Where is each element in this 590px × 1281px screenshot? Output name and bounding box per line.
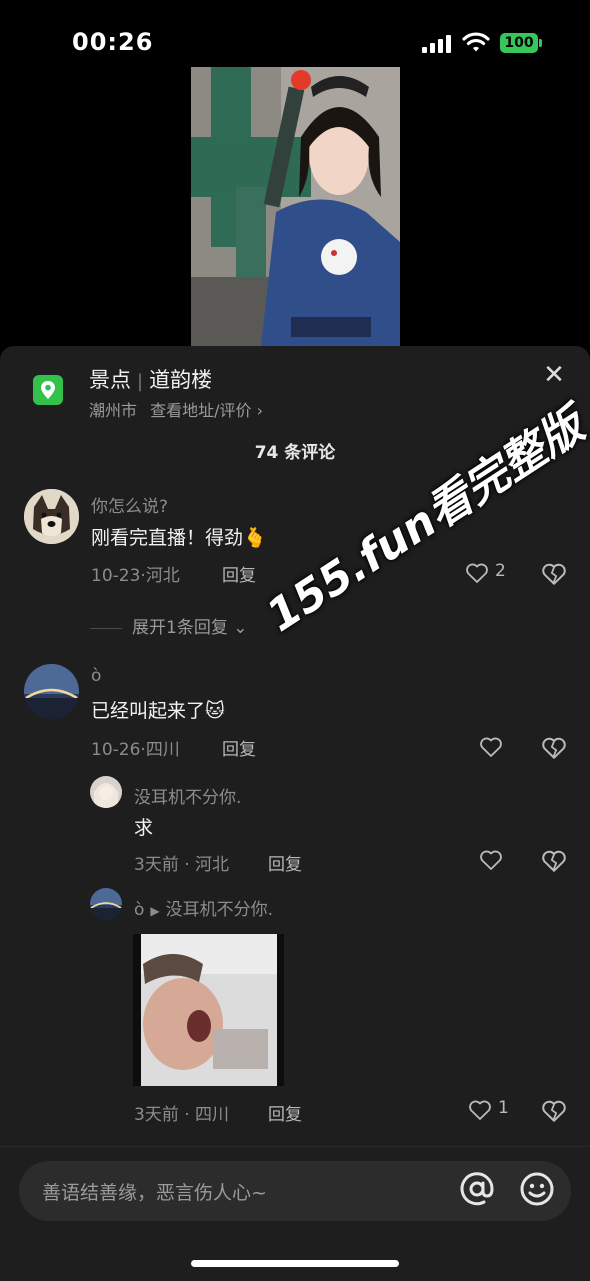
meta-dot: ·	[178, 1105, 196, 1125]
reply-region: 河北	[195, 855, 230, 875]
like-count: 1	[498, 1098, 509, 1118]
comment-body: 刚看完直播！得劲	[91, 527, 244, 549]
comment-text: 已经叫起来了🐱	[91, 696, 225, 723]
status-time: 00:26	[72, 28, 154, 56]
comment-username[interactable]: 你怎么说?	[91, 492, 168, 517]
meta-dot: ·	[178, 855, 196, 875]
comment-meta: 10-26·四川	[91, 735, 180, 760]
comment-input-placeholder[interactable]: 善语结善缘，恶言伤人心~	[42, 1178, 267, 1205]
wifi-icon	[462, 32, 490, 52]
reply-meta: 3天前 · 河北	[134, 850, 229, 875]
reply-button[interactable]: 回复	[222, 561, 256, 586]
reply-header: ò ▶ 没耳机不分你.	[134, 895, 273, 920]
at-mention-icon[interactable]	[458, 1170, 496, 1208]
location-category: 景点	[89, 368, 131, 392]
avatar[interactable]	[24, 489, 79, 544]
close-icon[interactable]: ✕	[540, 361, 568, 389]
location-title[interactable]: 景点 | 道韵楼	[89, 364, 212, 394]
reply-time: 3天前	[134, 1105, 179, 1125]
location-city: 潮州市	[89, 401, 138, 420]
play-triangle-icon: ▶	[150, 904, 160, 918]
home-indicator[interactable]	[191, 1260, 399, 1267]
broken-heart-icon[interactable]	[541, 848, 567, 874]
like-count: 2	[495, 561, 506, 581]
reply-meta: 3天前 · 四川	[134, 1100, 229, 1125]
avatar[interactable]	[90, 776, 122, 808]
avatar[interactable]	[90, 888, 122, 920]
reply-button[interactable]: 回复	[268, 1100, 302, 1125]
location-pin-icon[interactable]	[33, 375, 63, 405]
like-button[interactable]: 2	[465, 561, 525, 587]
reply-username[interactable]: 没耳机不分你.	[134, 783, 241, 808]
reply-photo	[133, 934, 284, 1086]
like-button[interactable]	[479, 848, 539, 874]
broken-heart-icon[interactable]	[541, 1098, 567, 1124]
comment-body: 已经叫起来了	[91, 700, 206, 722]
chevron-right-icon: ›	[251, 401, 263, 420]
like-button[interactable]	[479, 735, 539, 761]
reply-text: 求	[134, 817, 154, 839]
battery-indicator: 100	[500, 33, 542, 53]
cat-sticker-emoji: 🐱	[205, 700, 225, 722]
reply-username[interactable]: ò	[134, 900, 144, 920]
video-thumbnail[interactable]	[191, 67, 400, 346]
chevron-down-icon: ⌄	[227, 618, 248, 638]
expand-replies-label: 展开1条回复	[132, 618, 228, 638]
like-button[interactable]: 1	[468, 1098, 528, 1124]
comment-date: 10-23	[91, 566, 141, 586]
reply-button[interactable]: 回复	[268, 850, 302, 875]
location-name: 道韵楼	[149, 368, 213, 392]
divider	[90, 627, 122, 629]
reply-to-username[interactable]: 没耳机不分你.	[166, 900, 273, 920]
broken-heart-icon[interactable]	[541, 561, 567, 587]
emoji-icon[interactable]	[518, 1170, 556, 1208]
reply-button[interactable]: 回复	[222, 735, 256, 760]
comment-meta: 10-23·河北	[91, 561, 180, 586]
location-separator: |	[137, 371, 144, 392]
broken-heart-icon[interactable]	[541, 735, 567, 761]
comment-region: 河北	[145, 566, 180, 586]
location-subtitle[interactable]: 潮州市 查看地址/评价 ›	[89, 397, 263, 421]
heart-icon	[480, 737, 502, 757]
reply-region: 四川	[195, 1105, 230, 1125]
reply-image[interactable]	[133, 934, 284, 1086]
heart-icon	[480, 850, 502, 870]
heart-icon	[466, 563, 488, 583]
comment-date: 10-26	[91, 740, 141, 760]
comment-region: 四川	[145, 740, 180, 760]
video-frame-image	[191, 67, 400, 346]
comment-text: 刚看完直播！得劲🫰	[91, 523, 267, 550]
expand-replies[interactable]: 展开1条回复 ⌄	[90, 613, 247, 638]
comment-username[interactable]: ò	[91, 666, 101, 686]
location-link: 查看地址/评价	[150, 401, 252, 420]
signal-icon	[422, 35, 454, 53]
reply-time: 3天前	[134, 855, 179, 875]
finger-heart-emoji: 🫰	[243, 527, 267, 549]
avatar[interactable]	[24, 664, 79, 719]
heart-icon	[469, 1100, 491, 1120]
